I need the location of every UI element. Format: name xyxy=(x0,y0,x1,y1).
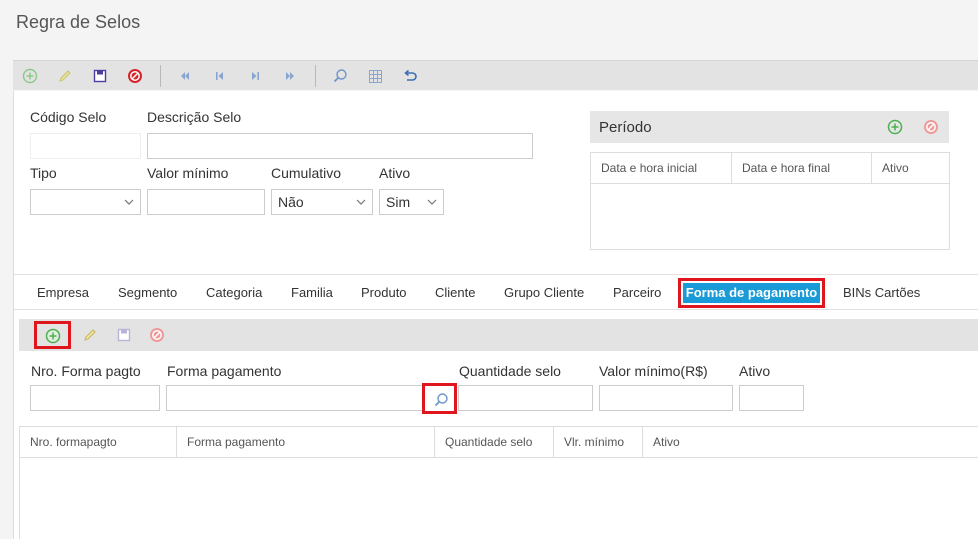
periodo-col-final[interactable]: Data e hora final xyxy=(732,153,872,183)
cumulativo-select[interactable]: Não xyxy=(271,189,373,215)
ativo-label: Ativo xyxy=(379,165,411,181)
tab-bins-cartoes[interactable]: BINs Cartões xyxy=(843,285,920,300)
grid-divider xyxy=(20,457,978,458)
quantidade-selo-field[interactable] xyxy=(458,385,593,411)
tab-empresa[interactable]: Empresa xyxy=(37,285,89,300)
toolbar-divider xyxy=(315,65,316,87)
ativo-value: Sim xyxy=(386,194,411,210)
valor-minimo-label: Valor mínimo xyxy=(147,165,229,181)
tab-segmento[interactable]: Segmento xyxy=(118,285,177,300)
tab-familia[interactable]: Familia xyxy=(291,285,333,300)
toolbar-divider xyxy=(160,65,161,87)
pagamento-col-nro[interactable]: Nro. formapagto xyxy=(20,427,177,457)
tab-forma-de-pagamento-label: Forma de pagamento xyxy=(683,283,820,303)
cancel-button[interactable] xyxy=(120,61,150,91)
add-icon[interactable] xyxy=(887,119,903,135)
pagamento-ativo-label: Ativo xyxy=(739,363,771,379)
previous-icon xyxy=(216,72,223,80)
search-icon xyxy=(434,393,448,407)
first-icon xyxy=(181,72,189,80)
tab-bar: Empresa Segmento Categoria Familia Produ… xyxy=(14,274,978,310)
chevron-down-icon xyxy=(356,199,366,205)
next-icon xyxy=(252,72,259,80)
tab-grupo-cliente[interactable]: Grupo Cliente xyxy=(504,285,584,300)
last-icon xyxy=(286,72,294,80)
cancel-icon[interactable] xyxy=(149,327,165,343)
grid-button[interactable] xyxy=(360,61,390,91)
pagamento-col-forma[interactable]: Forma pagamento xyxy=(177,427,435,457)
chevron-down-icon xyxy=(427,199,437,205)
grid-icon xyxy=(368,69,382,83)
periodo-header: Período xyxy=(590,111,949,143)
previous-record-button[interactable] xyxy=(205,61,235,91)
tab-categoria[interactable]: Categoria xyxy=(206,285,262,300)
search-button[interactable] xyxy=(325,61,355,91)
valor-minimo-rs-label: Valor mínimo(R$) xyxy=(599,363,708,379)
first-record-button[interactable] xyxy=(170,61,200,91)
codigo-selo-label: Código Selo xyxy=(30,109,107,125)
tab-cliente[interactable]: Cliente xyxy=(435,285,475,300)
undo-icon xyxy=(404,69,417,81)
cumulativo-value: Não xyxy=(278,194,304,210)
valor-minimo-field[interactable] xyxy=(147,189,265,215)
undo-button[interactable] xyxy=(395,61,425,91)
cumulativo-label: Cumulativo xyxy=(271,165,342,181)
periodo-title: Período xyxy=(599,119,652,136)
save-button[interactable] xyxy=(85,61,115,91)
edit-icon[interactable] xyxy=(82,327,98,343)
save-icon[interactable] xyxy=(116,327,132,343)
last-record-button[interactable] xyxy=(275,61,305,91)
main-panel: Código Selo Descrição Selo Tipo Valor mí… xyxy=(13,91,978,539)
add-icon xyxy=(22,68,38,84)
cancel-icon xyxy=(128,69,142,83)
edit-icon xyxy=(59,70,71,82)
descricao-selo-label: Descrição Selo xyxy=(147,109,242,125)
next-record-button[interactable] xyxy=(240,61,270,91)
pagamento-col-ativo[interactable]: Ativo xyxy=(643,427,978,457)
forma-pagamento-field[interactable] xyxy=(166,385,424,411)
forma-pagamento-label: Forma pagamento xyxy=(167,363,282,379)
quantidade-selo-label: Quantidade selo xyxy=(459,363,561,379)
edit-button[interactable] xyxy=(50,61,80,91)
search-icon xyxy=(333,69,347,83)
tab-parceiro[interactable]: Parceiro xyxy=(613,285,661,300)
valor-minimo-rs-field[interactable] xyxy=(599,385,733,411)
main-toolbar xyxy=(13,60,978,90)
nro-forma-pagto-label: Nro. Forma pagto xyxy=(31,363,141,379)
pagamento-toolbar xyxy=(19,319,978,351)
pagamento-col-quantidade[interactable]: Quantidade selo xyxy=(435,427,554,457)
page-title: Regra de Selos xyxy=(16,12,141,32)
tab-produto[interactable]: Produto xyxy=(361,285,407,300)
pagamento-col-valor[interactable]: Vlr. mínimo xyxy=(554,427,643,457)
tipo-label: Tipo xyxy=(30,165,57,181)
add-pagamento-button[interactable] xyxy=(34,321,71,349)
nro-forma-pagto-field[interactable] xyxy=(30,385,160,411)
periodo-grid: Data e hora inicial Data e hora final At… xyxy=(590,152,950,250)
periodo-col-inicial[interactable]: Data e hora inicial xyxy=(591,153,732,183)
tipo-select[interactable] xyxy=(30,189,141,215)
descricao-selo-field[interactable] xyxy=(147,133,533,159)
cancel-icon[interactable] xyxy=(923,119,939,135)
periodo-col-ativo[interactable]: Ativo xyxy=(872,153,951,183)
pagamento-grid: Nro. formapagto Forma pagamento Quantida… xyxy=(19,426,978,539)
forma-pagamento-search-button[interactable] xyxy=(422,383,457,414)
pagamento-ativo-field[interactable] xyxy=(739,385,804,411)
grid-divider xyxy=(591,183,949,184)
tab-forma-de-pagamento[interactable]: Forma de pagamento xyxy=(678,278,825,308)
ativo-select[interactable]: Sim xyxy=(379,189,444,215)
add-icon xyxy=(45,328,61,344)
save-icon xyxy=(93,69,107,83)
add-button[interactable] xyxy=(15,61,45,91)
chevron-down-icon xyxy=(124,199,134,205)
codigo-selo-field[interactable] xyxy=(30,133,141,159)
